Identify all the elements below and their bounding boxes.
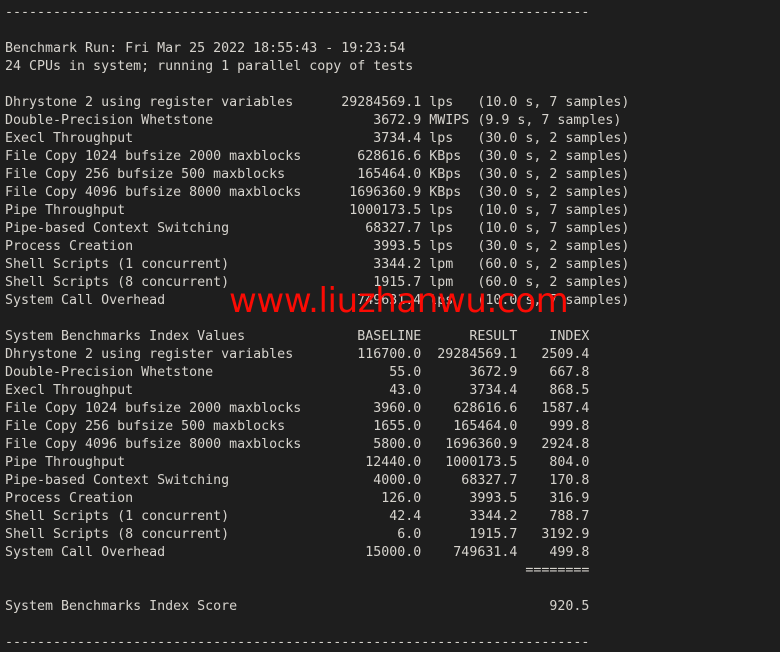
index-table-row: Pipe-based Context Switching 4000.0 6832… xyxy=(5,473,590,488)
index-table-row: System Call Overhead 15000.0 749631.4 49… xyxy=(5,545,590,560)
index-table-row: Pipe Throughput 12440.0 1000173.5 804.0 xyxy=(5,455,590,470)
header-line-1: 24 CPUs in system; running 1 parallel co… xyxy=(5,59,414,74)
result-row: Pipe Throughput 1000173.5 lps (10.0 s, 7… xyxy=(5,203,630,218)
result-row: Dhrystone 2 using register variables 292… xyxy=(5,95,630,110)
separator-bottom: ----------------------------------------… xyxy=(5,635,590,650)
result-row: File Copy 256 bufsize 500 maxblocks 1654… xyxy=(5,167,630,182)
header-line-0: Benchmark Run: Fri Mar 25 2022 18:55:43 … xyxy=(5,41,406,56)
result-row: File Copy 1024 bufsize 2000 maxblocks 62… xyxy=(5,149,630,164)
index-table-header: System Benchmarks Index Values BASELINE … xyxy=(5,329,590,344)
result-row: Execl Throughput 3734.4 lps (30.0 s, 2 s… xyxy=(5,131,630,146)
result-row: System Call Overhead 749631.4 lps (10.0 … xyxy=(5,293,630,308)
result-row: File Copy 4096 bufsize 8000 maxblocks 16… xyxy=(5,185,630,200)
index-table-row: File Copy 256 bufsize 500 maxblocks 1655… xyxy=(5,419,590,434)
score-rule: ======== xyxy=(5,563,590,578)
result-row: Double-Precision Whetstone 3672.9 MWIPS … xyxy=(5,113,622,128)
index-table-row: File Copy 1024 bufsize 2000 maxblocks 39… xyxy=(5,401,590,416)
terminal-output: ----------------------------------------… xyxy=(0,0,780,650)
index-table-row: Process Creation 126.0 3993.5 316.9 xyxy=(5,491,590,506)
separator-top: ----------------------------------------… xyxy=(5,5,590,20)
index-table-row: Shell Scripts (1 concurrent) 42.4 3344.2… xyxy=(5,509,590,524)
result-row: Process Creation 3993.5 lps (30.0 s, 2 s… xyxy=(5,239,630,254)
index-table-row: File Copy 4096 bufsize 8000 maxblocks 58… xyxy=(5,437,590,452)
index-table-row: Double-Precision Whetstone 55.0 3672.9 6… xyxy=(5,365,590,380)
index-table-row: Shell Scripts (8 concurrent) 6.0 1915.7 … xyxy=(5,527,590,542)
index-table-row: Execl Throughput 43.0 3734.4 868.5 xyxy=(5,383,590,398)
index-score-row: System Benchmarks Index Score 920.5 xyxy=(5,599,590,614)
result-row: Pipe-based Context Switching 68327.7 lps… xyxy=(5,221,630,236)
result-row: Shell Scripts (1 concurrent) 3344.2 lpm … xyxy=(5,257,630,272)
index-table-row: Dhrystone 2 using register variables 116… xyxy=(5,347,590,362)
result-row: Shell Scripts (8 concurrent) 1915.7 lpm … xyxy=(5,275,630,290)
